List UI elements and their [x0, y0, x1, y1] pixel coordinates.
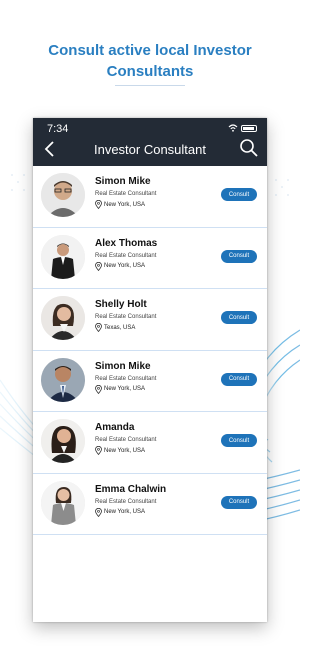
consultant-role: Real Estate Consultant — [95, 252, 157, 259]
consultant-card[interactable]: Amanda Real Estate Consultant New York, … — [33, 412, 267, 474]
location-pin-icon — [95, 384, 102, 394]
location-label: New York, USA — [104, 201, 146, 208]
consultant-card[interactable]: Shelly Holt Real Estate Consultant Texas… — [33, 289, 267, 351]
promo-headline: Consult active local Investor Consultant… — [0, 40, 300, 82]
consultant-role: Real Estate Consultant — [95, 437, 157, 443]
consult-button[interactable]: Consult — [221, 249, 257, 263]
consult-button[interactable]: Consult — [221, 372, 257, 386]
location-pin-icon — [95, 261, 102, 271]
location-label: New York, USA — [104, 386, 146, 392]
wifi-icon — [228, 124, 238, 132]
location-label: New York, USA — [104, 509, 146, 515]
consultant-location: New York, USA — [95, 384, 146, 394]
location-pin-icon — [95, 200, 102, 209]
consultant-name: Amanda — [95, 422, 135, 433]
avatar — [41, 357, 85, 402]
headline-line-1: Consult active local Investor — [48, 42, 252, 59]
consult-button[interactable]: Consult — [221, 495, 257, 509]
status-time: 7:34 — [47, 123, 69, 135]
consult-button[interactable]: Consult — [221, 188, 257, 201]
consultant-card[interactable]: Simon Mike Real Estate Consultant New Yo… — [33, 351, 267, 412]
consultant-card[interactable]: Emma Chalwin Real Estate Consultant New … — [33, 474, 267, 535]
page-title: Investor Consultant — [93, 142, 206, 157]
consultant-role: Real Estate Consultant — [95, 314, 157, 320]
consultant-name: Alex Thomas — [95, 237, 158, 249]
consultant-location: New York, USA — [95, 507, 146, 517]
consult-button[interactable]: Consult — [221, 434, 257, 447]
consultant-role: Real Estate Consultant — [95, 498, 157, 505]
consultant-location: New York, USA — [95, 446, 145, 455]
battery-icon — [241, 124, 257, 132]
consultant-card[interactable]: Alex Thomas Real Estate Consultant New Y… — [33, 228, 267, 289]
location-label: New York, USA — [104, 263, 146, 269]
avatar — [41, 173, 85, 217]
avatar — [41, 296, 85, 340]
consultant-name: Emma Chalwin — [95, 483, 167, 495]
search-icon — [240, 139, 258, 157]
location-label: Texas, USA — [104, 324, 136, 331]
consultant-list: Simon Mike Real Estate Consultant New Yo… — [33, 166, 267, 535]
app-bar: 7:34 Investor Consultant — [33, 118, 267, 166]
location-pin-icon — [95, 507, 102, 517]
consultant-location: New York, USA — [95, 261, 146, 271]
consultant-name: Shelly Holt — [95, 299, 147, 310]
avatar — [41, 234, 85, 279]
consultant-role: Real Estate Consultant — [95, 191, 157, 197]
consult-button[interactable]: Consult — [221, 311, 257, 324]
location-pin-icon — [95, 446, 102, 455]
headline-divider — [115, 85, 185, 86]
avatar — [41, 480, 85, 525]
consultant-location: Texas, USA — [95, 323, 135, 332]
phone-screen: 7:34 Investor Consultant Simon Mike Real… — [33, 118, 267, 622]
consultant-name: Simon Mike — [95, 360, 151, 372]
consultant-card[interactable]: Simon Mike Real Estate Consultant New Yo… — [33, 166, 267, 228]
avatar — [41, 419, 85, 463]
headline-line-2: Consultants — [106, 63, 194, 80]
location-label: New York, USA — [104, 447, 146, 454]
consultant-name: Simon Mike — [95, 176, 151, 187]
search-button[interactable] — [239, 138, 259, 158]
consultant-location: New York, USA — [95, 200, 145, 209]
location-pin-icon — [95, 323, 102, 332]
consultant-role: Real Estate Consultant — [95, 375, 157, 382]
status-icons — [228, 124, 257, 132]
